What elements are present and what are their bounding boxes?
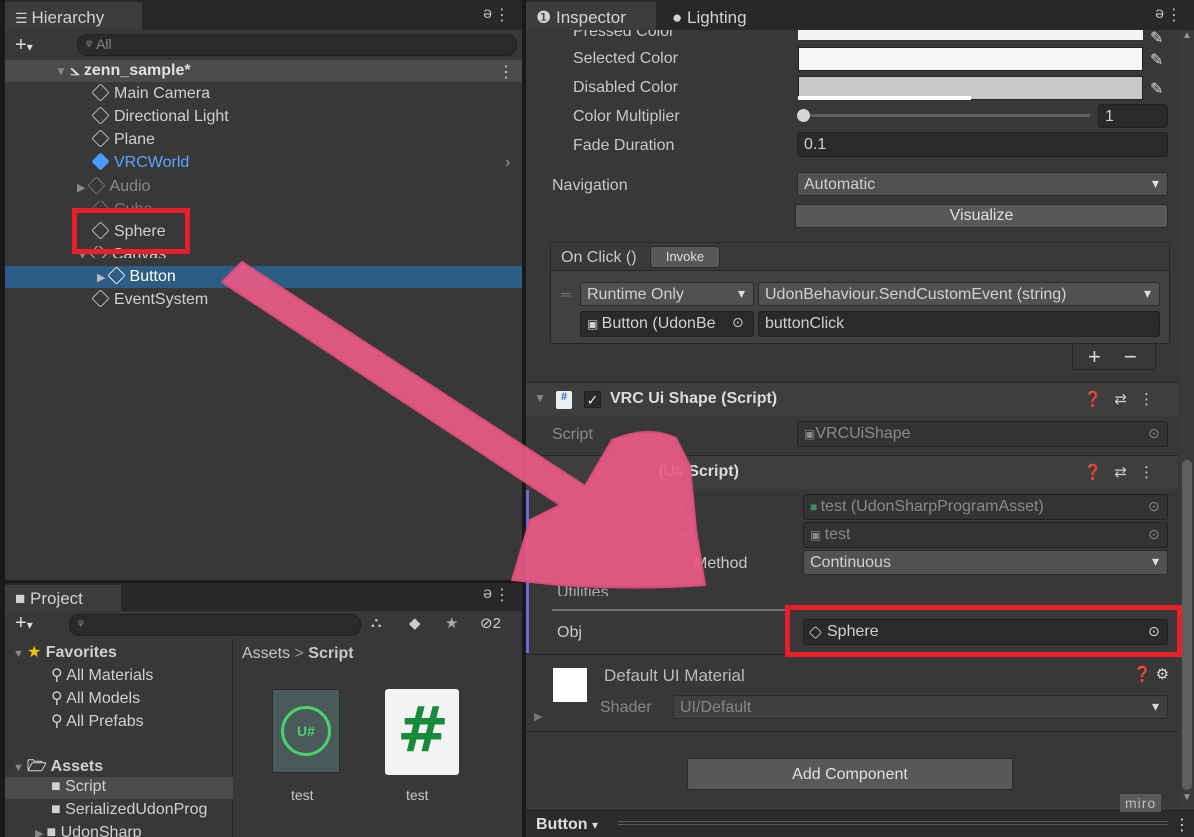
annotation-arrow <box>221 261 706 589</box>
